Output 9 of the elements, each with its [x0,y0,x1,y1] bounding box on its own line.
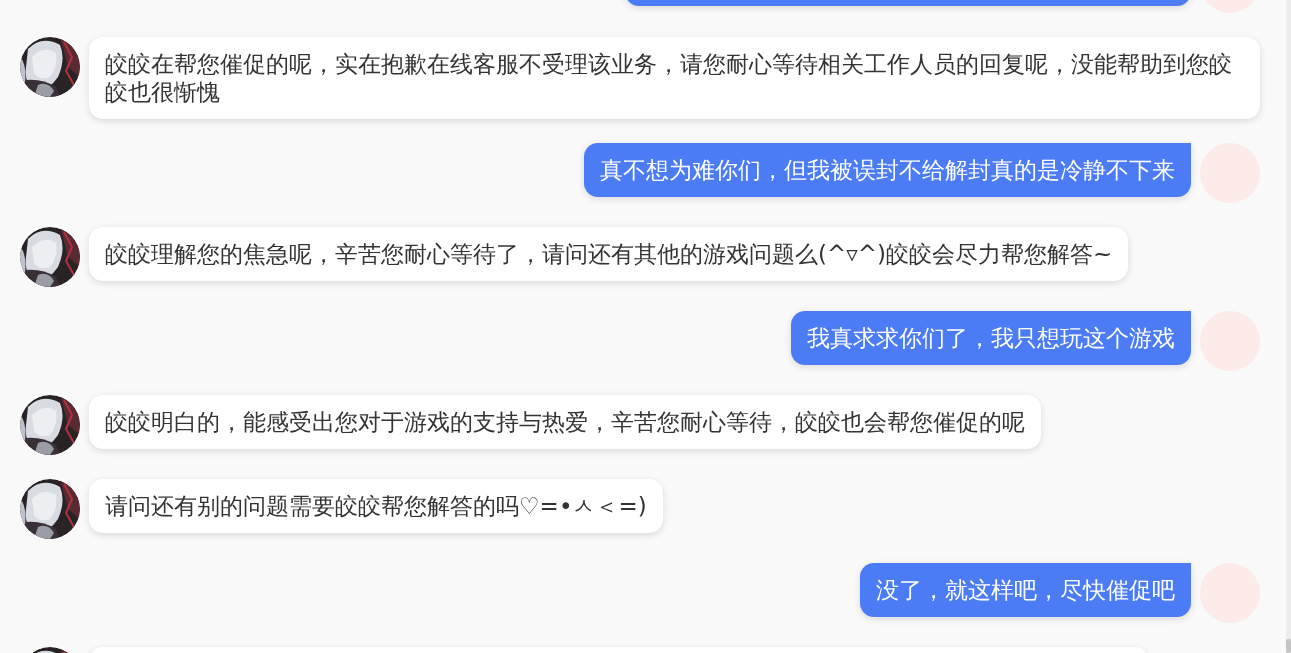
bot-message-bubble: 请问还有别的问题需要皎皎帮您解答的吗♡=•ㅅ＜=) [89,479,663,533]
bot-message-bubble: 皎皎在帮您催促的呢，实在抱歉在线客服不受理该业务，请您耐心等待相关工作人员的回复呢，没能帮助到您皎皎也很惭愧 [89,37,1260,119]
bot-message-bubble: 皎皎明白的，能感受出您对于游戏的支持与热爱，辛苦您耐心等待，皎皎也会帮您催促的呢 [89,395,1041,449]
bot-message-bubble: 皎皎理解您的焦急呢，辛苦您耐心等待了，请问还有其他的游戏问题么(^▿^)皎皎会尽力帮您解答~ [89,227,1129,281]
user-message-bubble: 我真求求你们了，我只想玩这个游戏 [791,311,1191,365]
scrollbar-thumb[interactable] [1286,639,1291,653]
user-message-bubble: 没了，就这样吧，尽快催促吧 [860,563,1191,617]
user-message-bubble: 真不想为难你们，但我被误封不给解封真的是冷静不下来 [584,143,1191,197]
scrollbar[interactable] [1286,0,1291,653]
